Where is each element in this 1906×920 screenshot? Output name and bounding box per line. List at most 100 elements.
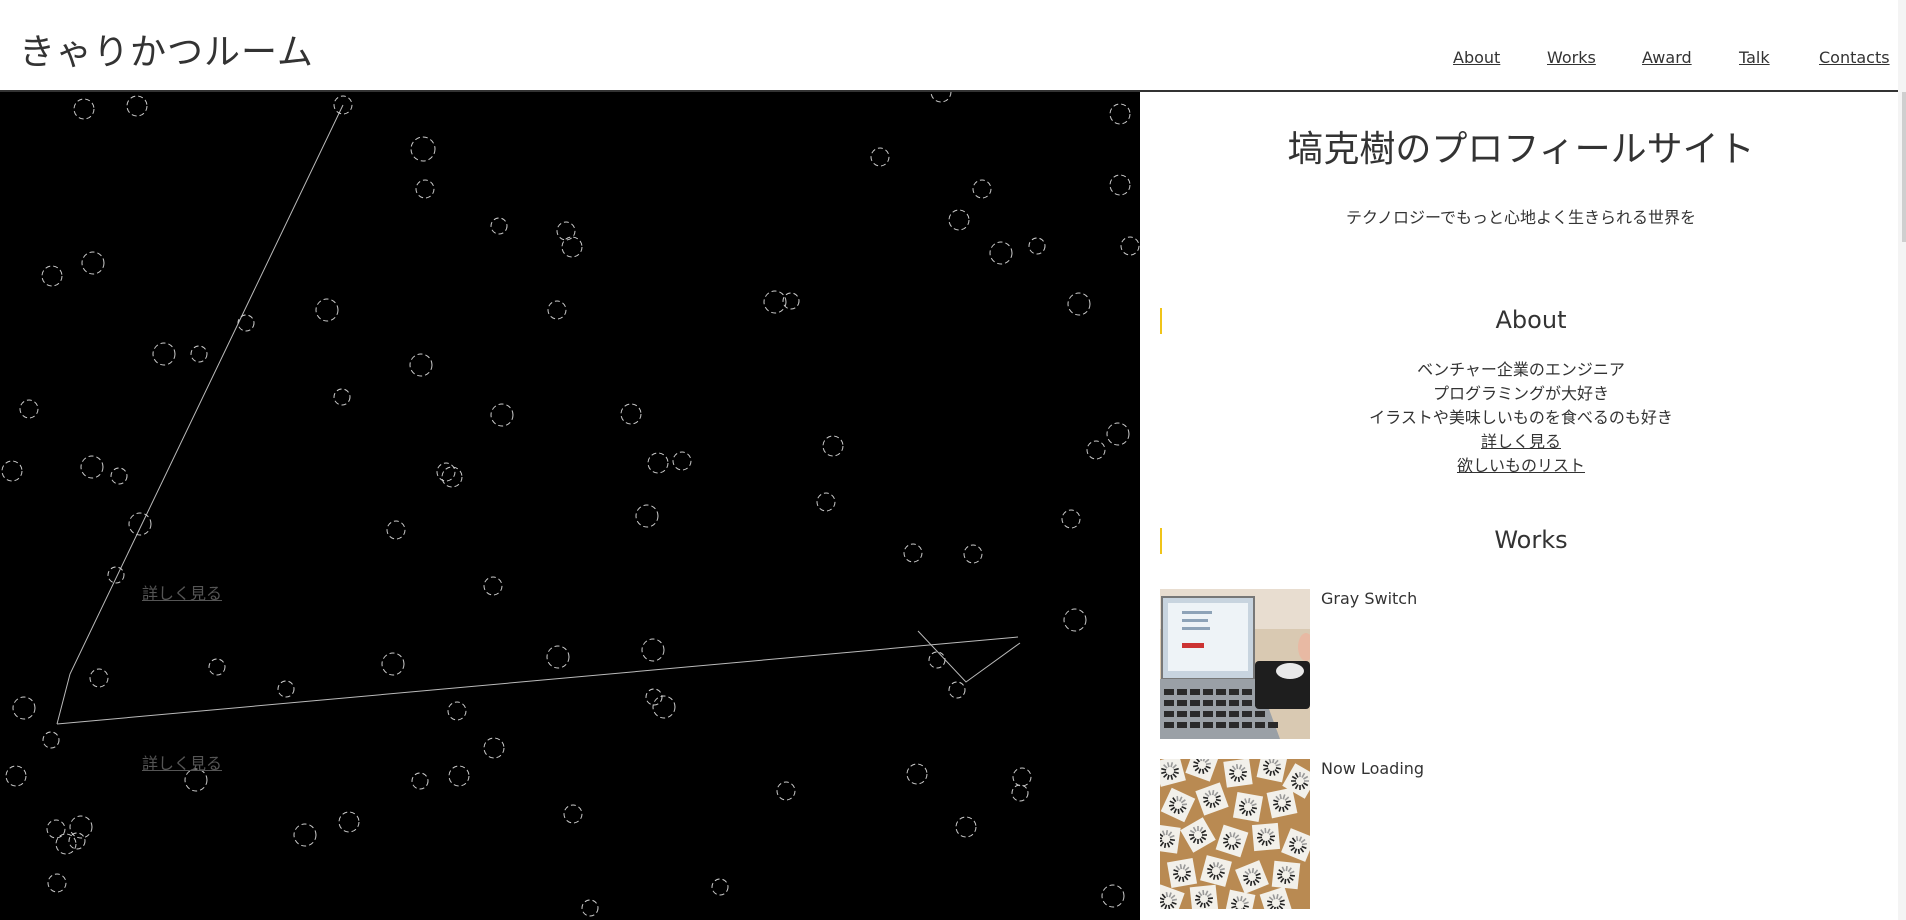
particle-circle xyxy=(293,823,317,847)
spinner-sticker xyxy=(1223,759,1253,788)
particle-circle xyxy=(126,95,148,117)
particle-circle xyxy=(107,566,125,584)
particle-circle xyxy=(1,460,23,482)
scrollbar-thumb[interactable] xyxy=(1902,92,1906,242)
particle-circle xyxy=(652,695,676,719)
about-line: ベンチャー企業のエンジニア xyxy=(1417,360,1625,379)
particle-circle xyxy=(546,645,570,669)
particle-circle xyxy=(1063,608,1087,632)
particle-circle xyxy=(386,520,406,540)
particle-circle xyxy=(672,451,692,471)
particle-circle xyxy=(1011,784,1029,802)
particle-circle xyxy=(1109,174,1131,196)
canvas-more-link-1[interactable]: 詳しく見る xyxy=(142,580,222,604)
site-header: きゃりかつルーム About Works Award Talk Contacts xyxy=(0,0,1906,92)
particle-circle xyxy=(41,265,63,287)
about-heading: About xyxy=(1160,306,1898,336)
work-item-now-loading[interactable]: Now Loading xyxy=(1160,759,1898,909)
about-line: イラストや美味しいものを食べるのも好き xyxy=(1369,408,1673,427)
gray-switch-thumbnail[interactable] xyxy=(1160,589,1310,739)
particle-circle xyxy=(930,92,952,103)
wishlist-link[interactable]: 欲しいものリスト xyxy=(1457,456,1585,475)
particle-circle xyxy=(42,731,60,749)
particle-circle xyxy=(315,298,339,322)
work-title[interactable]: Gray Switch xyxy=(1321,589,1417,608)
particle-circle xyxy=(822,435,844,457)
particle-circle xyxy=(47,873,67,893)
particle-circle xyxy=(69,815,93,839)
particle-circle xyxy=(955,816,977,838)
particle-circle xyxy=(46,819,66,839)
works-title: Works xyxy=(1494,526,1568,554)
particle-circle xyxy=(645,688,663,706)
work-item-gray-switch[interactable]: Gray Switch xyxy=(1160,589,1898,739)
particle-circle xyxy=(641,638,665,662)
canvas-more-link-2[interactable]: 詳しく見る xyxy=(142,750,222,774)
work-title[interactable]: Now Loading xyxy=(1321,759,1424,778)
page-scrollbar[interactable] xyxy=(1898,0,1906,920)
particle-circle xyxy=(561,236,583,258)
main-nav: About Works Award Talk Contacts xyxy=(0,48,1906,78)
nav-award[interactable]: Award xyxy=(1642,48,1692,67)
about-title: About xyxy=(1495,306,1567,334)
particle-circle xyxy=(816,492,836,512)
particle-circle xyxy=(490,403,514,427)
particle-circle xyxy=(338,811,360,833)
nav-works[interactable]: Works xyxy=(1547,48,1596,67)
about-text: ベンチャー企業のエンジニア プログラミングが大好き イラストや美味しいものを食べ… xyxy=(1140,358,1898,478)
particle-circle xyxy=(411,772,429,790)
particle-circle xyxy=(12,696,36,720)
particle-circle xyxy=(989,241,1013,265)
spinner-sticker xyxy=(1251,822,1281,852)
particle-circle xyxy=(711,878,729,896)
particle-circle xyxy=(483,576,503,596)
particle-circle xyxy=(19,399,39,419)
about-line: プログラミングが大好き xyxy=(1432,384,1609,403)
particle-circle xyxy=(635,504,659,528)
particle-circle xyxy=(128,512,152,536)
particle-circle xyxy=(80,455,104,479)
particle-circle xyxy=(208,658,226,676)
particle-circle xyxy=(1067,292,1091,316)
particle-circle xyxy=(5,765,27,787)
particle-circle xyxy=(928,651,946,669)
connection-line xyxy=(56,104,344,725)
particle-circle xyxy=(948,681,966,699)
particle-circle xyxy=(190,345,208,363)
particle-circle xyxy=(563,804,583,824)
particle-circle xyxy=(763,290,787,314)
spinner-sticker xyxy=(1266,787,1298,819)
particle-circle xyxy=(1101,884,1125,908)
particle-circle xyxy=(381,652,405,676)
particle-circle xyxy=(1061,509,1081,529)
particle-circle xyxy=(1106,422,1130,446)
nav-contacts[interactable]: Contacts xyxy=(1819,48,1890,67)
particle-circle xyxy=(277,680,295,698)
nav-about[interactable]: About xyxy=(1453,48,1500,67)
particle-circle xyxy=(415,179,435,199)
particle-circle xyxy=(1120,236,1140,256)
particle-circle xyxy=(410,136,436,162)
particle-canvas[interactable]: 詳しく見る 詳しく見る xyxy=(0,92,1140,920)
particle-circle xyxy=(972,179,992,199)
particle-circle xyxy=(1028,237,1046,255)
particle-circle xyxy=(409,353,433,377)
connection-line xyxy=(56,636,1019,725)
particle-circle xyxy=(89,668,109,688)
particle-circle xyxy=(152,342,176,366)
particle-circle xyxy=(436,462,456,482)
spinner-sticker xyxy=(1160,824,1181,854)
particle-circle xyxy=(81,251,105,275)
particle-circle xyxy=(647,452,669,474)
tagline: テクノロジーでもっと心地よく生きられる世界を xyxy=(1345,208,1697,227)
particle-circle xyxy=(1086,440,1106,460)
particle-circle xyxy=(782,292,800,310)
about-more-link[interactable]: 詳しく見る xyxy=(1481,432,1561,451)
particle-circle xyxy=(776,781,796,801)
particle-circle xyxy=(333,388,351,406)
particle-circle xyxy=(581,899,599,917)
now-loading-thumbnail[interactable] xyxy=(1160,759,1310,909)
particle-circle xyxy=(906,763,928,785)
particle-circle xyxy=(1012,767,1032,787)
nav-talk[interactable]: Talk xyxy=(1739,48,1770,67)
